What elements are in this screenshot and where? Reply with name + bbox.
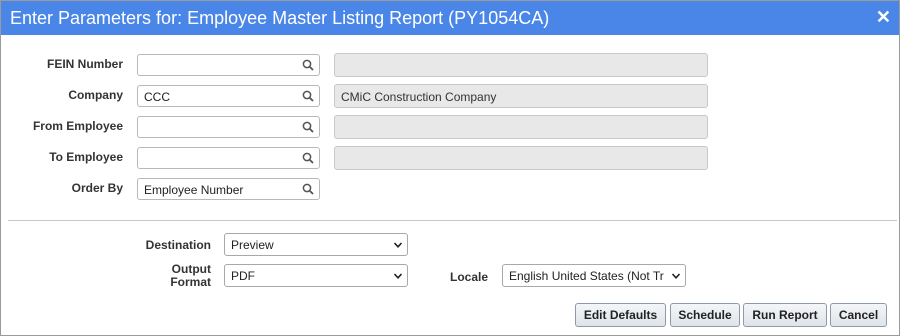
chevron-down-icon — [393, 271, 403, 281]
fein-number-input[interactable] — [137, 54, 320, 76]
destination-label: Destination — [145, 238, 211, 252]
cancel-button[interactable]: Cancel — [830, 303, 887, 327]
to-employee-input[interactable] — [137, 147, 320, 169]
from-employee-label: From Employee — [32, 119, 123, 133]
edit-defaults-button[interactable]: Edit Defaults — [575, 303, 666, 327]
output-format-label-line2: Format — [170, 275, 211, 289]
dialog-titlebar: Enter Parameters for: Employee Master Li… — [1, 1, 899, 35]
company-description: CMiC Construction Company — [334, 84, 708, 108]
destination-value: Preview — [231, 238, 274, 252]
chevron-down-icon — [393, 240, 403, 250]
chevron-down-icon — [671, 271, 681, 281]
search-icon[interactable] — [302, 121, 314, 133]
from-employee-input[interactable] — [137, 116, 320, 138]
schedule-button[interactable]: Schedule — [670, 303, 740, 327]
company-value: CCC — [144, 90, 170, 104]
from-employee-description — [334, 115, 708, 139]
search-icon[interactable] — [302, 90, 314, 102]
fein-number-label: FEIN Number — [46, 57, 123, 71]
output-format-label: Output Format — [170, 263, 211, 289]
output-format-value: PDF — [231, 269, 255, 283]
to-employee-label: To Employee — [49, 150, 123, 164]
locale-value: English United States (Not Tr — [509, 269, 664, 283]
search-icon[interactable] — [302, 183, 314, 195]
destination-select[interactable]: Preview — [224, 233, 408, 256]
run-report-button[interactable]: Run Report — [743, 303, 827, 327]
company-label: Company — [68, 88, 123, 102]
report-parameters-dialog: Enter Parameters for: Employee Master Li… — [0, 0, 900, 336]
order-by-input[interactable]: Employee Number — [137, 178, 320, 200]
locale-label: Locale — [449, 270, 488, 284]
close-icon[interactable]: ✕ — [876, 7, 891, 28]
dialog-title: Enter Parameters for: Employee Master Li… — [10, 8, 550, 28]
section-divider — [8, 220, 897, 221]
search-icon[interactable] — [302, 59, 314, 71]
company-description-text: CMiC Construction Company — [341, 90, 497, 104]
fein-number-description — [334, 53, 708, 77]
output-format-select[interactable]: PDF — [224, 264, 408, 287]
search-icon[interactable] — [302, 152, 314, 164]
order-by-value: Employee Number — [144, 183, 244, 197]
order-by-label: Order By — [71, 181, 123, 195]
to-employee-description — [334, 146, 708, 170]
company-input[interactable]: CCC — [137, 85, 320, 107]
locale-select[interactable]: English United States (Not Tr — [502, 264, 686, 287]
